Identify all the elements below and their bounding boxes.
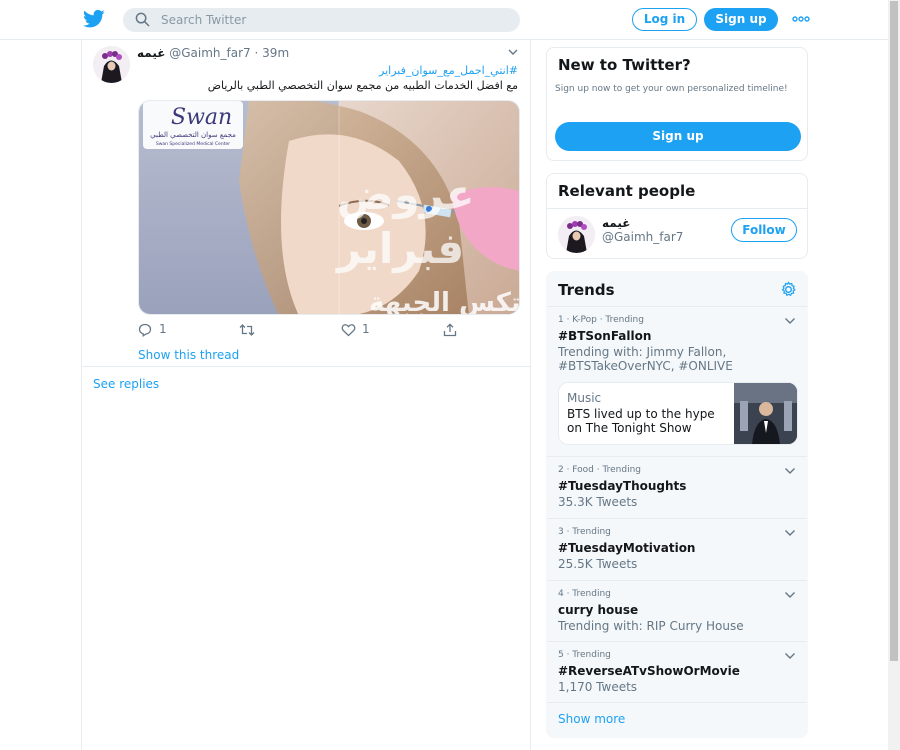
timeline-column: غيمه @Gaimh_far7 · 39m #انتي_اجمل_مع_سوا… bbox=[81, 40, 531, 750]
relevant-people-card: Relevant people غيمه @Gaimh_far7 Follow bbox=[546, 173, 808, 259]
avatar[interactable] bbox=[558, 216, 595, 253]
heart-icon bbox=[341, 324, 356, 337]
author-handle[interactable]: @Gaimh_far7 bbox=[169, 46, 250, 60]
show-more-link[interactable]: Show more bbox=[558, 712, 625, 726]
news-thumbnail bbox=[734, 383, 797, 444]
trend-item[interactable]: 3 · Trending #TuesdayMotivation 25.5K Tw… bbox=[547, 518, 807, 580]
login-button[interactable]: Log in bbox=[632, 8, 697, 31]
trend-context: 25.5K Tweets bbox=[558, 557, 638, 571]
trend-news-card[interactable]: Music BTS lived up to the hype on The To… bbox=[558, 382, 798, 445]
separator: · bbox=[254, 46, 259, 60]
trend-rank: 3 · Trending bbox=[558, 527, 611, 537]
show-thread-link[interactable]: Show this thread bbox=[138, 348, 239, 362]
more-options-icon[interactable] bbox=[792, 10, 810, 28]
signup-button[interactable]: Sign up bbox=[555, 122, 801, 151]
avatar-image bbox=[558, 216, 595, 253]
see-replies-link[interactable]: See replies bbox=[93, 377, 159, 391]
media-promo-line1: عروض bbox=[337, 170, 474, 220]
search-icon bbox=[135, 12, 150, 27]
person-handle[interactable]: @Gaimh_far7 bbox=[602, 230, 683, 244]
new-to-twitter-title: New to Twitter? bbox=[558, 56, 691, 74]
media-promo-line2: فبراير bbox=[335, 224, 464, 274]
author-name[interactable]: غيمه bbox=[137, 46, 165, 60]
news-title: BTS lived up to the hype on The Tonight … bbox=[567, 407, 715, 435]
retweet-icon bbox=[239, 324, 255, 336]
follow-button[interactable]: Follow bbox=[731, 218, 797, 242]
chevron-down-icon[interactable] bbox=[784, 591, 796, 599]
media-brand-sub-en: Swan Specialized Medical Center bbox=[156, 141, 230, 147]
trend-item[interactable]: 2 · Food · Trending #TuesdayThoughts 35.… bbox=[547, 456, 807, 518]
news-category: Music bbox=[567, 391, 602, 405]
trend-rank: 1 · K-Pop · Trending bbox=[558, 315, 644, 325]
scrollbar-thumb[interactable] bbox=[890, 1, 898, 661]
new-to-twitter-card: New to Twitter? Sign up now to get your … bbox=[546, 47, 808, 161]
relevant-people-title: Relevant people bbox=[558, 182, 696, 200]
trend-name[interactable]: #TuesdayThoughts bbox=[558, 479, 686, 493]
chevron-down-icon[interactable] bbox=[784, 652, 796, 660]
trend-item[interactable]: 4 · Trending curry house Trending with: … bbox=[547, 580, 807, 641]
trend-context: 1,170 Tweets bbox=[558, 680, 638, 694]
reply-icon bbox=[138, 323, 152, 337]
top-bar: Log in Sign up bbox=[0, 0, 888, 40]
chevron-down-icon[interactable] bbox=[784, 317, 796, 325]
person-name[interactable]: غيمه bbox=[602, 216, 630, 230]
search-input[interactable] bbox=[161, 8, 511, 32]
chevron-down-icon[interactable] bbox=[784, 529, 796, 537]
divider bbox=[547, 208, 807, 209]
tweet-header: غيمه @Gaimh_far7 · 39m bbox=[137, 46, 289, 60]
chevron-down-icon[interactable] bbox=[784, 467, 796, 475]
trend-name[interactable]: curry house bbox=[558, 603, 638, 617]
trends-card: Trends 1 · K-Pop · Trending #BTSonFallon… bbox=[546, 271, 808, 738]
trend-rank: 5 · Trending bbox=[558, 650, 611, 660]
tweet[interactable]: غيمه @Gaimh_far7 · 39m #انتي_اجمل_مع_سوا… bbox=[82, 40, 530, 367]
trend-context: Trending with: RIP Curry House bbox=[558, 619, 744, 633]
trend-name[interactable]: #TuesdayMotivation bbox=[558, 541, 695, 555]
tweet-time[interactable]: 39m bbox=[262, 46, 289, 60]
tweet-text: مع افضل الخدمات الطبيه من مجمع سوان التخ… bbox=[207, 79, 518, 92]
reply-count: 1 bbox=[159, 322, 167, 336]
twitter-logo-icon[interactable] bbox=[83, 9, 105, 29]
media-promo-line3: بوتكس الجبهة bbox=[369, 288, 520, 315]
gear-icon[interactable] bbox=[780, 281, 797, 298]
trend-item[interactable]: 1 · K-Pop · Trending #BTSonFallon Trendi… bbox=[547, 306, 807, 456]
chevron-down-icon[interactable] bbox=[507, 46, 519, 58]
like-count: 1 bbox=[362, 322, 370, 336]
media-image: Swan مجمع سوان التخصصي الطبي Swan Specia… bbox=[139, 101, 520, 315]
media-brand: Swan bbox=[171, 105, 232, 130]
tweet-media[interactable]: Swan مجمع سوان التخصصي الطبي Swan Specia… bbox=[138, 100, 520, 315]
media-brand-sub-ar: مجمع سوان التخصصي الطبي bbox=[150, 131, 236, 139]
avatar-image bbox=[93, 46, 130, 83]
trend-name[interactable]: #BTSonFallon bbox=[558, 329, 651, 343]
trend-rank: 2 · Food · Trending bbox=[558, 465, 642, 475]
trend-rank: 4 · Trending bbox=[558, 589, 611, 599]
trend-context: 35.3K Tweets bbox=[558, 495, 638, 509]
trend-context: Trending with: Jimmy Fallon, #BTSTakeOve… bbox=[558, 345, 733, 373]
trend-name[interactable]: #ReverseATvShowOrMovie bbox=[558, 664, 740, 678]
trends-title: Trends bbox=[558, 281, 615, 299]
search-bar[interactable] bbox=[123, 8, 520, 32]
new-to-twitter-description: Sign up now to get your own personalized… bbox=[555, 84, 788, 94]
avatar[interactable] bbox=[93, 46, 130, 83]
tweet-hashtag[interactable]: #انتي_اجمل_مع_سوان_فبراير bbox=[379, 64, 518, 77]
trend-item[interactable]: 5 · Trending #ReverseATvShowOrMovie 1,17… bbox=[547, 641, 807, 703]
share-icon bbox=[443, 323, 457, 337]
tweet-actions: 1 1 bbox=[138, 322, 468, 338]
signup-button-top[interactable]: Sign up bbox=[704, 8, 778, 31]
